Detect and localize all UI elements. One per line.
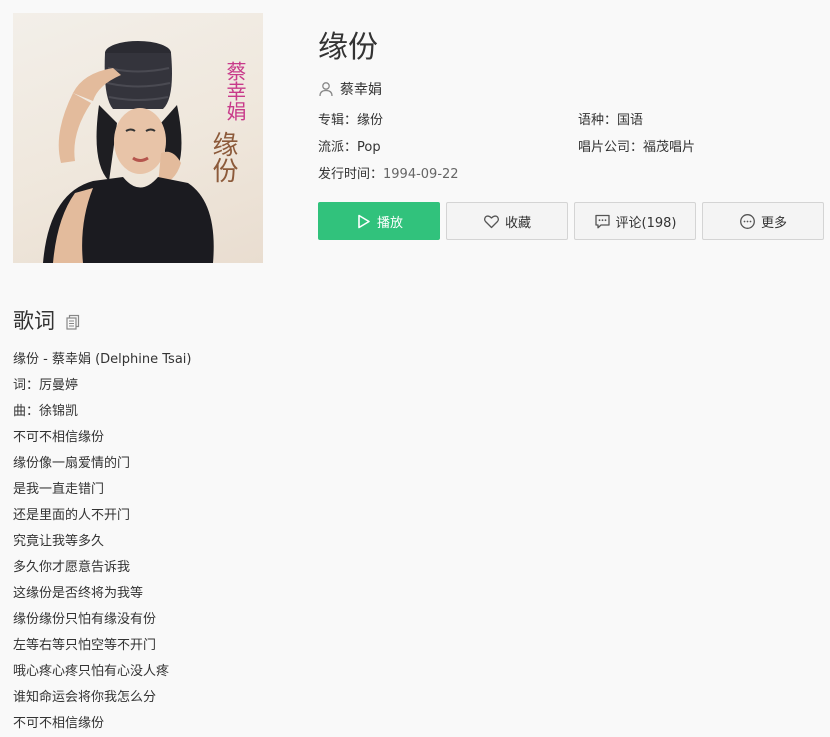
album-cover-art: 蔡幸娟 缘份 (43, 41, 247, 263)
comment-icon (594, 213, 611, 230)
meta-genre: 流派：Pop (318, 139, 578, 157)
lyrics-header: 歌词 (13, 306, 191, 334)
meta-genre-label: 流派： (318, 140, 358, 155)
comment-button-label: 评论(198) (615, 215, 677, 231)
album-cover[interactable]: 蔡幸娟 缘份 (13, 13, 263, 263)
meta-label-company-label: 唱片公司： (578, 140, 644, 155)
artist-name[interactable]: 蔡幸娟 (340, 79, 382, 99)
meta-language-value: 国语 (617, 113, 644, 128)
meta-language: 语种：国语 (578, 112, 828, 130)
meta-label-company: 唱片公司：福茂唱片 (578, 139, 828, 157)
play-icon (355, 213, 372, 230)
play-button-label: 播放 (376, 215, 403, 231)
lyric-line: 谁知命运会将你我怎么分 (13, 690, 157, 705)
cover-artist-text: 蔡幸娟 (223, 61, 247, 121)
lyric-line: 这缘份是否终将为我等 (13, 586, 144, 601)
copy-icon[interactable] (65, 314, 81, 330)
action-buttons: 播放 收藏 评论(198) 更多 (318, 202, 824, 240)
lyric-line: 缘份像一扇爱情的门 (13, 456, 131, 471)
cover-title-text: 缘份 (208, 131, 238, 183)
play-button[interactable]: 播放 (318, 202, 440, 240)
meta-album-label: 专辑： (318, 113, 358, 128)
lyric-line: 多久你才愿意告诉我 (13, 560, 131, 575)
artist-row[interactable]: 蔡幸娟 (318, 78, 828, 100)
lyrics-section: 歌词 缘份 - 蔡幸娟 (Delphine Tsai) 词：厉曼婷 曲：徐锦凯 … (13, 306, 191, 737)
lyric-line: 还是里面的人不开门 (13, 508, 131, 523)
meta-release-value: 1994-09-22 (383, 167, 459, 182)
lyric-line: 左等右等只怕空等不开门 (13, 638, 157, 653)
heart-icon (483, 213, 500, 230)
lyric-line: 是我一直走错门 (13, 482, 105, 497)
more-icon (739, 213, 756, 230)
lyric-line: 缘份 - 蔡幸娟 (Delphine Tsai) (13, 352, 192, 367)
lyric-line: 不可不相信缘份 (13, 716, 105, 731)
lyric-line: 缘份缘份只怕有缘没有份 (13, 612, 157, 627)
meta-album: 专辑：缘份 (318, 112, 578, 130)
meta-album-value[interactable]: 缘份 (357, 113, 383, 128)
lyric-line: 曲：徐锦凯 (13, 404, 79, 419)
meta-language-label: 语种： (578, 113, 618, 128)
meta-genre-value: Pop (357, 140, 381, 155)
lyrics-heading: 歌词 (13, 309, 55, 333)
song-meta: 专辑：缘份 语种：国语 流派：Pop 唱片公司：福茂唱片 发行时间：1994-0… (318, 112, 828, 184)
more-button[interactable]: 更多 (702, 202, 824, 240)
more-button-label: 更多 (760, 215, 787, 231)
comment-button[interactable]: 评论(198) (574, 202, 696, 240)
meta-release: 发行时间：1994-09-22 (318, 166, 578, 184)
lyric-line: 哦心疼心疼只怕有心没人疼 (13, 664, 170, 679)
lyric-line: 不可不相信缘份 (13, 430, 105, 445)
song-info: 缘份 蔡幸娟 专辑：缘份 语种：国语 流派：Pop 唱片公司：福茂唱片 发行时间… (318, 28, 828, 184)
user-icon (319, 82, 333, 97)
lyric-line: 词：厉曼婷 (13, 378, 79, 393)
favorite-button-label: 收藏 (504, 215, 531, 231)
song-title: 缘份 (318, 30, 378, 65)
lyrics-lines: 缘份 - 蔡幸娟 (Delphine Tsai) 词：厉曼婷 曲：徐锦凯 不可不… (13, 347, 191, 737)
meta-label-company-value: 福茂唱片 (643, 140, 696, 155)
meta-release-label: 发行时间： (318, 167, 384, 182)
favorite-button[interactable]: 收藏 (446, 202, 568, 240)
lyric-line: 究竟让我等多久 (13, 534, 105, 549)
